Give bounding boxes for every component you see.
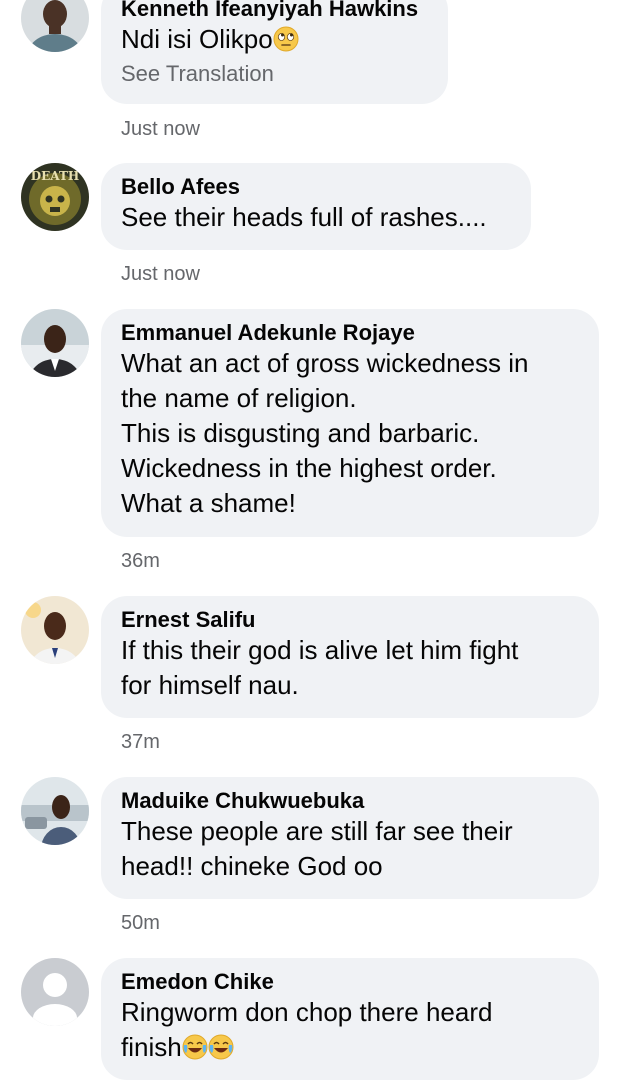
face-with-rolling-eyes-icon [273, 26, 299, 52]
comment-text: Ringworm don chop there heard finish [121, 995, 579, 1065]
comment-text: If this their god is alive let him fight… [121, 635, 519, 700]
comment-bubble[interactable]: Ernest Salifu If this their god is alive… [101, 596, 599, 718]
comment-author[interactable]: Kenneth Ifeanyiyah Hawkins [121, 0, 428, 22]
comment-timestamp[interactable]: Just now [121, 117, 200, 141]
comments-feed: Kenneth Ifeanyiyah Hawkins Ndi isi Olikp… [0, 0, 620, 1080]
avatar[interactable] [21, 309, 89, 377]
comment-bubble[interactable]: Emmanuel Adekunle Rojaye What an act of … [101, 309, 599, 537]
comment-author[interactable]: Emedon Chike [121, 969, 579, 995]
comment-timestamp[interactable]: Just now [121, 262, 200, 286]
avatar-logo-text: DEATH [31, 169, 79, 183]
avatar[interactable] [21, 0, 89, 52]
comment-text-content: Ringworm don chop there heard finish [121, 997, 493, 1062]
comment-bubble[interactable]: Kenneth Ifeanyiyah Hawkins Ndi isi Olikp… [101, 0, 448, 104]
avatar[interactable] [21, 958, 89, 1026]
comment-bubble[interactable]: Emedon Chike Ringworm don chop there hea… [101, 958, 599, 1080]
comment-text: These people are still far see their hea… [121, 816, 513, 881]
comment-author[interactable]: Emmanuel Adekunle Rojaye [121, 320, 579, 346]
comment-timestamp[interactable]: 36m [121, 549, 160, 573]
avatar[interactable] [21, 777, 89, 845]
comment-timestamp[interactable]: 37m [121, 730, 160, 754]
face-with-tears-of-joy-icon [208, 1034, 234, 1060]
comment-bubble[interactable]: Maduike Chukwuebuka These people are sti… [101, 777, 599, 899]
comment-text: See their heads full of rashes.... [121, 202, 487, 232]
comment-text: What an act of gross wickedness in the n… [121, 348, 529, 518]
default-profile-silhouette-icon [21, 958, 89, 1026]
comment-author[interactable]: Maduike Chukwuebuka [121, 788, 579, 814]
person-photo-icon [21, 309, 89, 377]
person-photo-icon [21, 777, 89, 845]
comment-author[interactable]: Ernest Salifu [121, 607, 579, 633]
person-photo-icon [21, 0, 89, 52]
death-logo-icon: DEATH [21, 163, 89, 231]
comment-text: Ndi isi Olikpo [121, 22, 428, 57]
comment-author[interactable]: Bello Afees [121, 174, 511, 200]
comment-bubble[interactable]: Bello Afees See their heads full of rash… [101, 163, 531, 250]
face-with-tears-of-joy-icon [182, 1034, 208, 1060]
avatar[interactable]: DEATH [21, 163, 89, 231]
see-translation-link[interactable]: See Translation [121, 57, 428, 91]
avatar[interactable] [21, 596, 89, 664]
person-photo-icon [21, 596, 89, 664]
comment-text-content: Ndi isi Olikpo [121, 24, 273, 54]
comment-timestamp[interactable]: 50m [121, 911, 160, 935]
